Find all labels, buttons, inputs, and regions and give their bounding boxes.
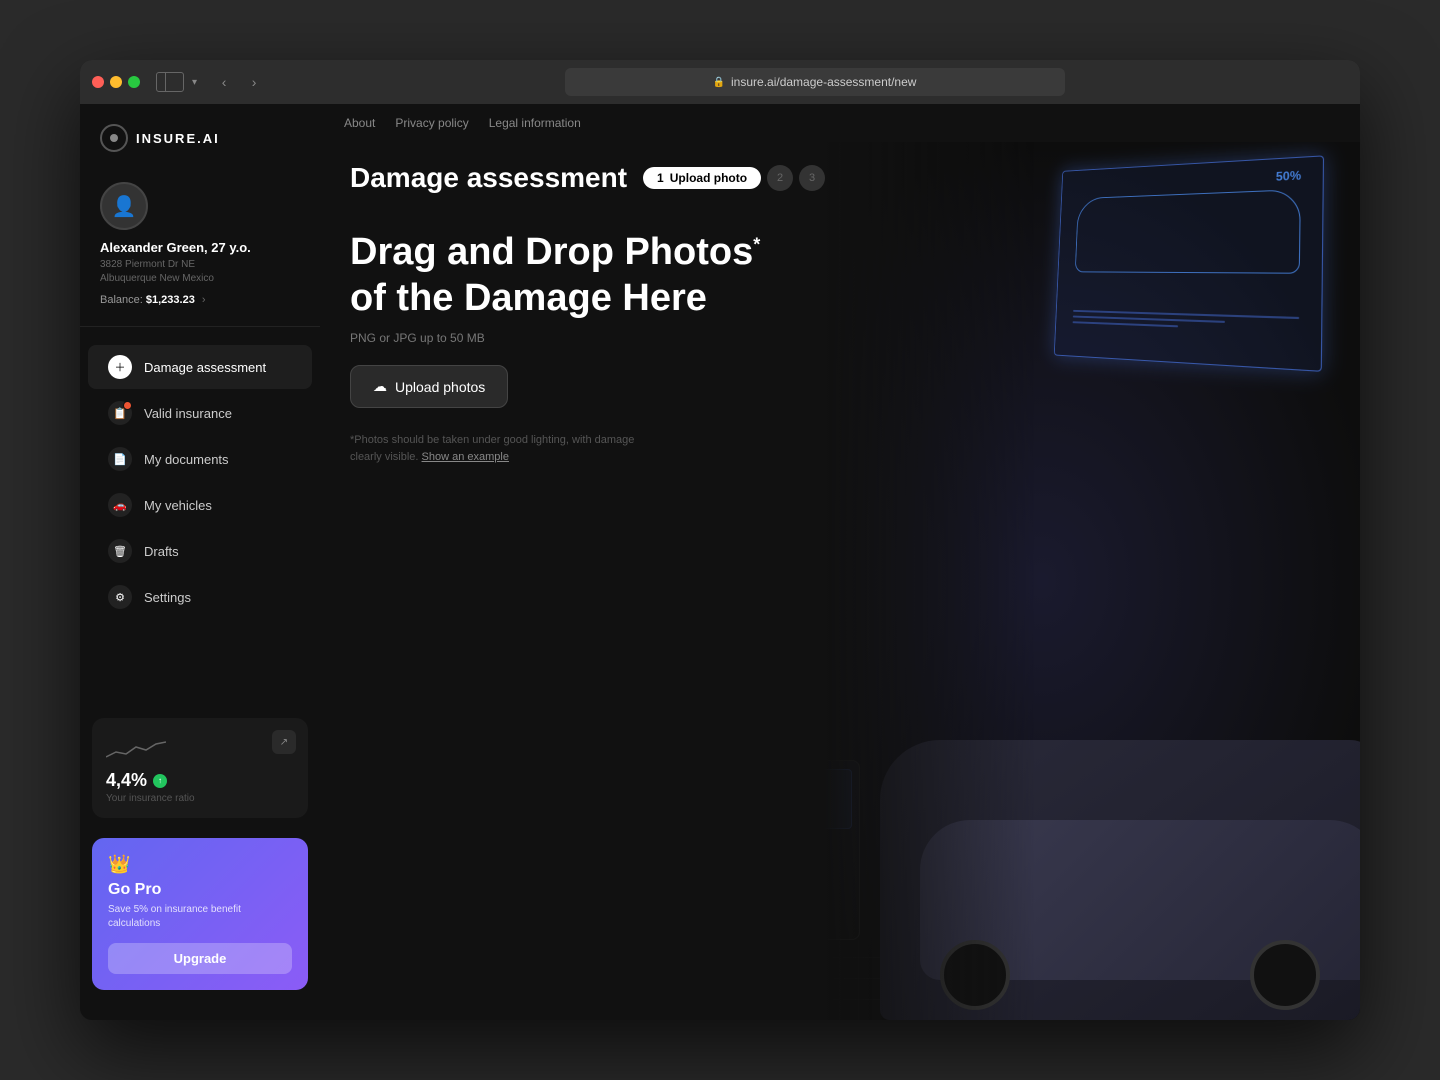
dropdown-icon[interactable]: ▾ <box>192 77 197 88</box>
step-3: 3 <box>799 165 825 191</box>
user-profile: 👤 Alexander Green, 27 y.o. 3828 Piermont… <box>80 172 320 327</box>
lock-icon: 🔒 <box>713 77 725 88</box>
url-text: insure.ai/damage-assessment/new <box>731 75 916 89</box>
traffic-lights <box>92 76 140 88</box>
logo-dot <box>110 134 118 142</box>
insurance-chart <box>106 732 166 762</box>
sidebar-item-damage-assessment[interactable]: ＋ Damage assessment <box>88 345 312 389</box>
drag-drop-heading: Drag and Drop Photos* of the Damage Here <box>350 230 770 321</box>
my-vehicles-icon: 🚗 <box>108 493 132 517</box>
sidebar-label-valid-insurance: Valid insurance <box>144 406 232 421</box>
my-documents-icon: 📄 <box>108 447 132 471</box>
expand-widget-button[interactable]: ↗ <box>272 730 296 754</box>
step-indicators: 1 Upload photo 2 3 <box>643 165 825 191</box>
photo-hint: *Photos should be taken under good light… <box>350 432 650 465</box>
url-bar[interactable]: 🔒 insure.ai/damage-assessment/new <box>565 68 1065 96</box>
sidebar-item-settings[interactable]: ⚙ Settings <box>88 575 312 619</box>
browser-nav: ‹ › <box>213 71 265 93</box>
top-nav: About Privacy policy Legal information <box>320 104 1360 142</box>
ratio-up-icon: ↑ <box>153 774 167 788</box>
step-1-label: Upload photo <box>670 171 747 185</box>
maximize-button[interactable] <box>128 76 140 88</box>
forward-button[interactable]: › <box>243 71 265 93</box>
minimize-button[interactable] <box>110 76 122 88</box>
user-name: Alexander Green, 27 y.o. <box>100 240 300 255</box>
drafts-icon: 🗑 <box>108 539 132 563</box>
go-pro-title: Go Pro <box>108 881 292 899</box>
sidebar-item-drafts[interactable]: 🗑 Drafts <box>88 529 312 573</box>
balance-arrow-icon: › <box>202 294 206 306</box>
step-2: 2 <box>767 165 793 191</box>
damage-assessment-icon: ＋ <box>108 355 132 379</box>
sidebar-item-my-documents[interactable]: 📄 My documents <box>88 437 312 481</box>
balance-value: $1,233.23 <box>146 294 195 306</box>
sidebar-toggle-icon[interactable] <box>156 72 184 92</box>
nav-privacy[interactable]: Privacy policy <box>395 116 468 130</box>
browser-titlebar: ▾ ‹ › 🔒 insure.ai/damage-assessment/new <box>80 60 1360 104</box>
sidebar-label-my-vehicles: My vehicles <box>144 498 212 513</box>
show-example-link[interactable]: Show an example <box>422 451 509 463</box>
settings-icon: ⚙ <box>108 585 132 609</box>
insurance-widget: ↗ 4,4% ↑ Your insurance ratio <box>92 718 308 818</box>
back-button[interactable]: ‹ <box>213 71 235 93</box>
balance[interactable]: Balance: $1,233.23 › <box>100 294 300 306</box>
crown-icon: 👑 <box>108 854 292 875</box>
avatar: 👤 <box>100 182 148 230</box>
real-car-wheel-front <box>1250 940 1320 1010</box>
sidebar-label-damage-assessment: Damage assessment <box>144 360 266 375</box>
main-content: About Privacy policy Legal information 5… <box>320 104 1360 1020</box>
step-1-active: 1 Upload photo <box>643 167 761 189</box>
file-types-label: PNG or JPG up to 50 MB <box>350 331 1330 345</box>
sidebar-item-valid-insurance[interactable]: 📋 Valid insurance <box>88 391 312 435</box>
sidebar: INSURE.AI 👤 Alexander Green, 27 y.o. 382… <box>80 104 320 1020</box>
upload-photos-button[interactable]: ☁ Upload photos <box>350 365 508 408</box>
nav-about[interactable]: About <box>344 116 375 130</box>
go-pro-card: 👑 Go Pro Save 5% on insurance benefit ca… <box>92 838 308 990</box>
logo-text: INSURE.AI <box>136 131 220 146</box>
asterisk: * <box>753 234 760 254</box>
upload-content-area: Drag and Drop Photos* of the Damage Here… <box>320 210 1360 485</box>
sidebar-item-my-vehicles[interactable]: 🚗 My vehicles <box>88 483 312 527</box>
logo-icon <box>100 124 128 152</box>
browser-window: ▾ ‹ › 🔒 insure.ai/damage-assessment/new … <box>80 60 1360 1020</box>
nav-legal[interactable]: Legal information <box>489 116 581 130</box>
widget-chart <box>106 732 294 762</box>
user-address: 3828 Piermont Dr NE Albuquerque New Mexi… <box>100 258 300 286</box>
step-1-number: 1 <box>657 171 664 185</box>
valid-insurance-icon: 📋 <box>108 401 132 425</box>
insurance-ratio: 4,4% ↑ <box>106 770 294 791</box>
sidebar-label-my-documents: My documents <box>144 452 229 467</box>
upload-cloud-icon: ☁ <box>373 378 387 395</box>
page-header: Damage assessment 1 Upload photo 2 3 <box>320 142 1360 210</box>
nav-menu: ＋ Damage assessment 📋 Valid insurance 📄 … <box>80 327 320 708</box>
sidebar-label-drafts: Drafts <box>144 544 179 559</box>
page-title: Damage assessment <box>350 162 627 194</box>
upgrade-button[interactable]: Upgrade <box>108 943 292 974</box>
sidebar-label-settings: Settings <box>144 590 191 605</box>
browser-content: INSURE.AI 👤 Alexander Green, 27 y.o. 382… <box>80 104 1360 1020</box>
close-button[interactable] <box>92 76 104 88</box>
insurance-label: Your insurance ratio <box>106 793 294 804</box>
page-area: 50% <box>320 142 1360 1020</box>
logo-area: INSURE.AI <box>80 124 320 172</box>
go-pro-description: Save 5% on insurance benefit calculation… <box>108 903 292 931</box>
